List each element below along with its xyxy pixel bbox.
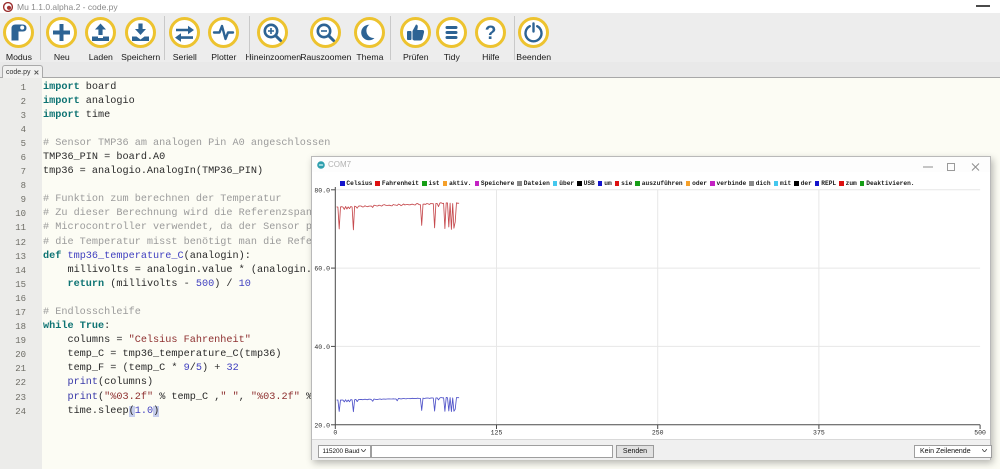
svg-text:60.0: 60.0 [314,266,330,273]
svg-text:?: ? [485,23,497,44]
svg-text:375: 375 [813,430,825,437]
svg-text:20.0: 20.0 [314,422,330,429]
svg-text:0: 0 [333,430,337,437]
svg-text:40.0: 40.0 [314,344,330,351]
svg-text:250: 250 [652,430,664,437]
svg-text:500: 500 [974,430,986,437]
svg-text:80.0: 80.0 [314,187,330,194]
svg-text:125: 125 [491,430,503,437]
